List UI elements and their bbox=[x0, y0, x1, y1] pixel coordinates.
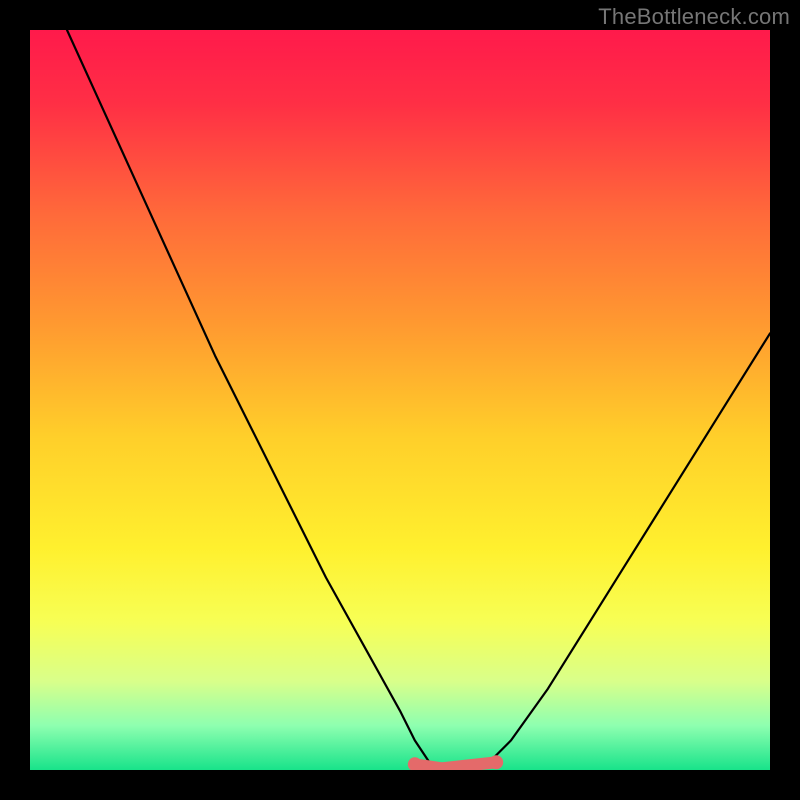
optimal-region-marker bbox=[415, 762, 496, 768]
gradient-background bbox=[30, 30, 770, 770]
chart-frame: TheBottleneck.com bbox=[0, 0, 800, 800]
optimal-region-end-dot bbox=[489, 755, 503, 769]
bottleneck-chart bbox=[30, 30, 770, 770]
watermark-text: TheBottleneck.com bbox=[598, 4, 790, 30]
plot-area bbox=[30, 30, 770, 770]
